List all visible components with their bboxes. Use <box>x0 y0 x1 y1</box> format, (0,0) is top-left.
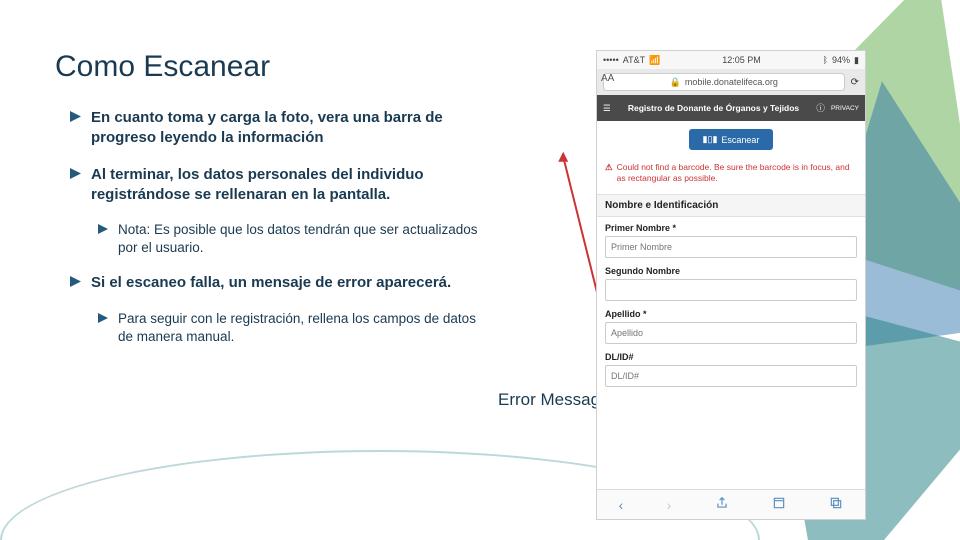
signal-dots-icon: ••••• <box>603 55 619 65</box>
browser-url-bar: AA 🔒 mobile.donatelifeca.org ⟳ <box>597 69 865 95</box>
app-title: Registro de Donante de Órganos y Tejidos <box>617 103 811 113</box>
error-message-annotation: Error Message <box>498 390 609 410</box>
barcode-error-message: ⚠ Could not find a barcode. Be sure the … <box>597 158 865 194</box>
lock-icon: 🔒 <box>670 77 681 88</box>
app-header: ☰ Registro de Donante de Órganos y Tejid… <box>597 95 865 121</box>
scan-button[interactable]: ▮▯▮ Escanear <box>689 129 774 150</box>
error-text: Could not find a barcode. Be sure the ba… <box>617 162 857 184</box>
first-name-label: Primer Nombre * <box>605 223 857 233</box>
dlid-label: DL/ID# <box>605 352 857 362</box>
first-name-input[interactable] <box>605 236 857 258</box>
bullet-text: Si el escaneo falla, un mensaje de error… <box>91 273 490 293</box>
middle-name-label: Segundo Nombre <box>605 266 857 276</box>
slide-title: Como Escanear <box>55 50 270 84</box>
scan-button-row: ▮▯▮ Escanear <box>597 121 865 158</box>
bullet-text: En cuanto toma y carga la foto, vera una… <box>91 108 490 149</box>
battery-icon: ▮ <box>854 55 859 66</box>
tabs-icon[interactable] <box>829 496 843 513</box>
info-icon[interactable]: ⓘ <box>816 102 825 114</box>
bullet-arrow-icon <box>98 224 108 234</box>
bullet-text: Para seguir con le registración, rellena… <box>118 310 490 346</box>
bullet-arrow-icon <box>70 168 81 179</box>
share-icon[interactable] <box>715 496 729 513</box>
bluetooth-icon: ᛒ <box>823 55 828 65</box>
browser-footer: ‹ › <box>597 489 865 519</box>
back-icon[interactable]: ‹ <box>619 497 624 513</box>
status-time: 12:05 PM <box>722 55 761 65</box>
bookmarks-icon[interactable] <box>772 496 786 513</box>
url-text: mobile.donatelifeca.org <box>685 77 778 87</box>
dlid-input[interactable] <box>605 365 857 387</box>
wifi-icon: 📶 <box>649 55 660 66</box>
bullet-arrow-icon <box>70 276 81 287</box>
menu-icon[interactable]: ☰ <box>603 103 611 114</box>
text-size-icon[interactable]: AA <box>601 73 614 84</box>
form-section-header: Nombre e Identificación <box>597 194 865 217</box>
last-name-label: Apellido * <box>605 309 857 319</box>
scan-button-label: Escanear <box>721 135 759 145</box>
phone-screenshot: ••••• AT&T 📶 12:05 PM ᛒ 94% ▮ AA 🔒 mobil… <box>596 50 866 520</box>
bullet-arrow-icon <box>70 111 81 122</box>
bullet-text: Nota: Es posible que los datos tendrán q… <box>118 221 490 257</box>
privacy-link[interactable]: PRIVACY <box>831 105 859 112</box>
status-bar: ••••• AT&T 📶 12:05 PM ᛒ 94% ▮ <box>597 51 865 69</box>
forward-icon[interactable]: › <box>667 497 672 513</box>
form-area: Primer Nombre * Segundo Nombre Apellido … <box>597 217 865 489</box>
warning-icon: ⚠ <box>605 162 613 184</box>
reload-icon[interactable]: ⟳ <box>851 77 859 88</box>
bullet-list: En cuanto toma y carga la foto, vera una… <box>70 108 490 362</box>
barcode-icon: ▮▯▮ <box>703 134 718 145</box>
bullet-text: Al terminar, los datos personales del in… <box>91 165 490 206</box>
url-field[interactable]: 🔒 mobile.donatelifeca.org <box>603 73 845 91</box>
last-name-input[interactable] <box>605 322 857 344</box>
carrier-label: AT&T <box>623 55 645 65</box>
middle-name-input[interactable] <box>605 279 857 301</box>
battery-label: 94% <box>832 55 850 65</box>
bullet-arrow-icon <box>98 313 108 323</box>
